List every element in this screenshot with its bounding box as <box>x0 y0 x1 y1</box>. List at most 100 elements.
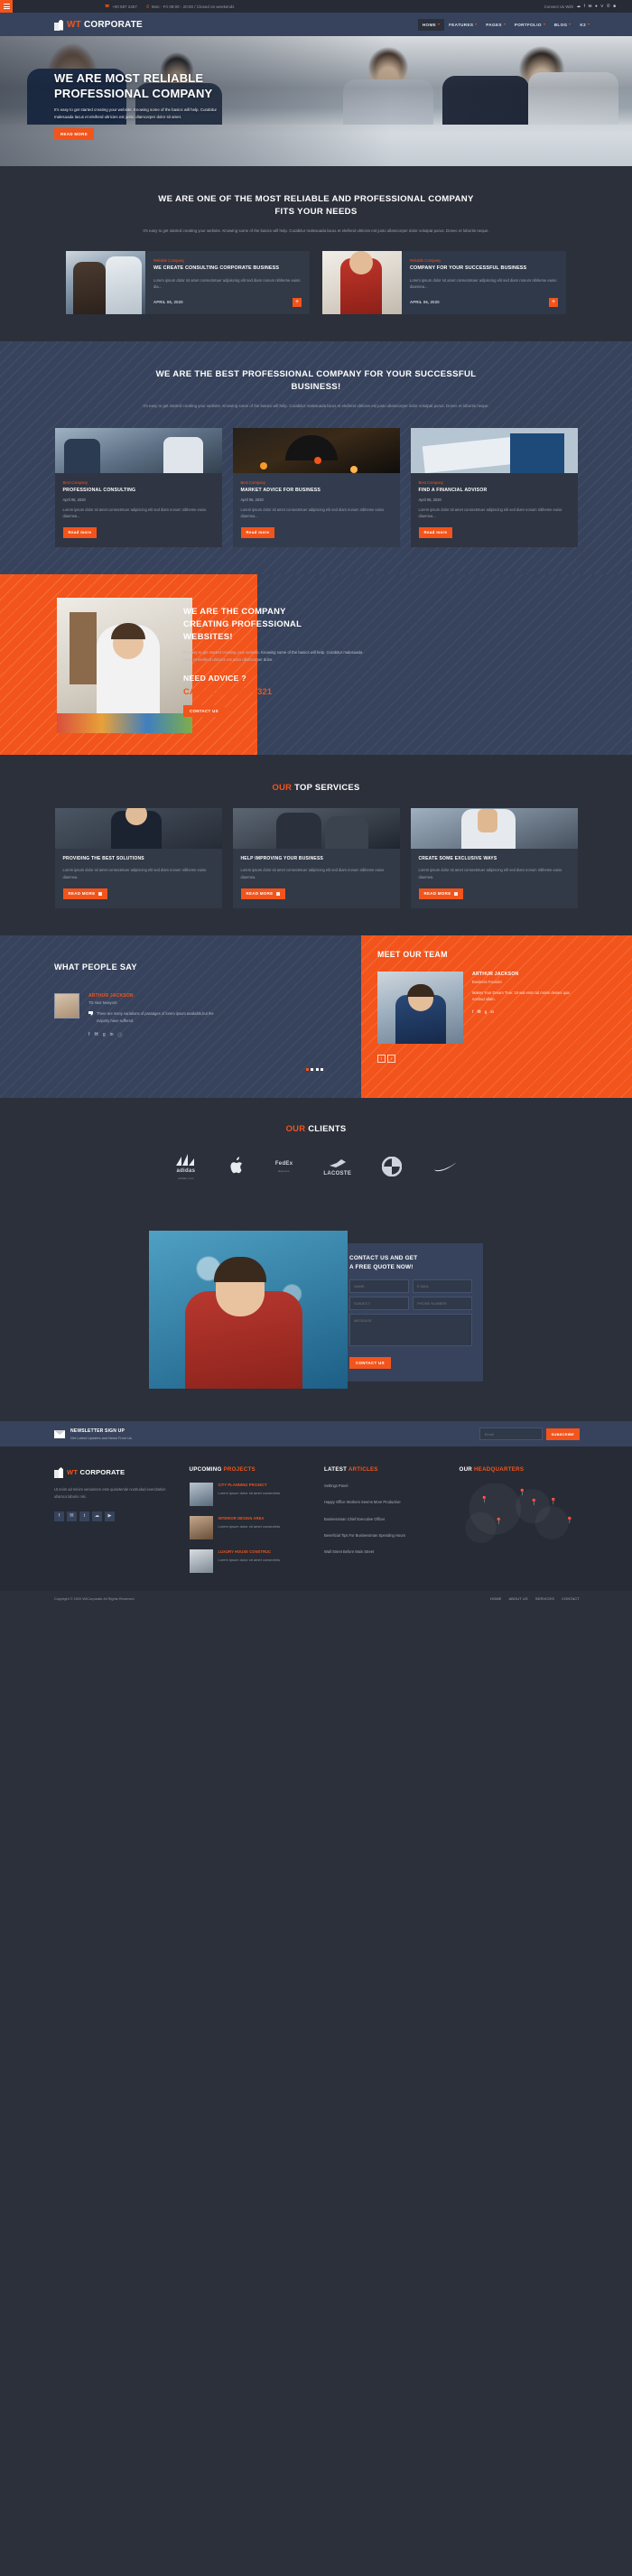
reliable-cards: Reliable Company WE CREATE CONSULTING CO… <box>54 250 578 314</box>
client-logo-bmw[interactable] <box>382 1157 403 1177</box>
team-carousel-controls[interactable]: ‹ › <box>377 1055 616 1064</box>
rss-icon[interactable]: ☁ <box>577 4 581 9</box>
name-field[interactable] <box>349 1279 409 1294</box>
pagination-dot[interactable] <box>305 1068 309 1072</box>
subject-field[interactable] <box>349 1297 409 1311</box>
nav-item-k2[interactable]: K2 <box>575 19 594 31</box>
service-kicker: Best Company <box>62 479 88 485</box>
carousel-prev-button[interactable]: ‹ <box>377 1055 386 1064</box>
top-service-card[interactable]: CREATE SOME EXCLUSIVE WAYS Lorem ipsum d… <box>410 808 578 909</box>
client-logo-adidas[interactable]: adidas adidas.com <box>174 1153 198 1180</box>
youtube-icon[interactable]: ▶ <box>105 1511 115 1521</box>
top-service-card[interactable]: HELP IMPROVING YOUR BUSINESS Lorem ipsum… <box>232 808 400 909</box>
team-member-role: Business Founder <box>472 980 502 985</box>
footer-article-link[interactable]: Beneficial Tips For Businessman Spending… <box>324 1532 443 1539</box>
linkedin-icon[interactable]: in <box>110 1032 114 1038</box>
service-card[interactable]: Best Company MARKET ADVICE FOR BUSINESS … <box>232 427 400 548</box>
bottom-links[interactable]: HOME ABOUT US SERVICES CONTACT <box>490 1596 580 1601</box>
carousel-next-button[interactable]: › <box>387 1055 395 1064</box>
pagination-dot[interactable] <box>321 1068 323 1072</box>
nav-item-pages[interactable]: PAGES <box>481 19 510 31</box>
top-service-read-more-button[interactable]: READ MORE <box>418 888 464 899</box>
menu-toggle-icon[interactable] <box>0 0 13 13</box>
logo-text-accent: WT <box>67 19 84 30</box>
top-service-read-more-button[interactable]: READ MORE <box>240 888 286 899</box>
linkedin-icon[interactable]: ■ <box>613 4 616 9</box>
cta-contact-button[interactable]: CONTACT US <box>183 705 225 718</box>
news-plus-button[interactable]: + <box>549 297 558 307</box>
map-pin-icon[interactable]: 📍 <box>495 1519 503 1526</box>
pagination-dot[interactable] <box>315 1068 319 1072</box>
map-pin-icon[interactable]: 📍 <box>480 1497 488 1504</box>
message-field[interactable] <box>349 1314 472 1347</box>
map-pin-icon[interactable]: 📍 <box>549 1499 557 1506</box>
map-pin-icon[interactable]: 📍 <box>566 1518 574 1525</box>
top-service-read-more-button[interactable]: READ MORE <box>62 888 108 899</box>
nav-item-blog[interactable]: BLOG <box>550 19 576 31</box>
newsletter-subscribe-button[interactable]: SUBSCRIBE <box>545 1427 580 1440</box>
bottom-link-services[interactable]: SERVICES <box>535 1596 554 1601</box>
google-plus-icon[interactable]: g <box>103 1032 106 1038</box>
map-pin-icon[interactable]: 📍 <box>518 1490 526 1497</box>
nav-item-portfolio[interactable]: PORTFOLIO <box>510 19 550 31</box>
phone-field[interactable] <box>413 1297 472 1311</box>
social-links[interactable]: ☁ f 𝌦 ● V ✆ ■ <box>577 4 617 9</box>
footer-project-item[interactable]: LUXURY HOUSE CONSTRUC Lorem ipsum dolor … <box>189 1549 309 1574</box>
skype-icon[interactable]: ✆ <box>607 4 610 9</box>
news-plus-button[interactable]: + <box>293 297 302 307</box>
bottom-link-about[interactable]: ABOUT US <box>508 1596 527 1601</box>
footer-logo[interactable]: WT CORPORATE <box>54 1466 173 1479</box>
facebook-icon[interactable]: f <box>472 1010 473 1015</box>
contact-submit-button[interactable]: CONTACT US <box>349 1357 391 1370</box>
project-title: INTERIOR DESIGN AREA <box>218 1516 265 1521</box>
main-navigation[interactable]: HOME FEATURES PAGES PORTFOLIO BLOG K2 <box>417 18 594 31</box>
service-card[interactable]: Best Company FIND A FINANCIAL ADVISOR Ap… <box>410 427 578 548</box>
service-card[interactable]: Best Company PROFESSIONAL CONSULTING Apr… <box>54 427 222 548</box>
service-read-more-button[interactable]: Read more <box>62 526 98 538</box>
news-card[interactable]: Reliable Company WE CREATE CONSULTING CO… <box>66 250 310 314</box>
tumblr-icon[interactable]: t <box>79 1511 89 1521</box>
footer-project-item[interactable]: INTERIOR DESIGN AREA Lorem ipsum dolor s… <box>189 1516 309 1540</box>
twitter-icon[interactable]: 𝌦 <box>588 4 591 9</box>
client-logo-apple[interactable] <box>228 1157 245 1176</box>
bottom-link-home[interactable]: HOME <box>490 1596 501 1601</box>
testimonial-socials[interactable]: f 𝌦 g in ⓘ <box>88 1032 361 1038</box>
testimonial-pagination[interactable] <box>305 1068 323 1072</box>
newsletter-email-input[interactable] <box>479 1427 543 1441</box>
news-card[interactable]: Reliable Company COMPANY FOR YOUR SUCCES… <box>322 250 566 314</box>
footer-article-link[interactable]: Businessman Chief Executive Officer <box>324 1516 443 1522</box>
nav-item-features[interactable]: FEATURES <box>444 19 481 31</box>
facebook-icon[interactable]: f <box>584 4 585 9</box>
client-logo-nike[interactable] <box>432 1161 458 1172</box>
google-plus-icon[interactable]: g <box>485 1010 488 1015</box>
facebook-icon[interactable]: f <box>88 1032 89 1038</box>
map-pin-icon[interactable]: 📍 <box>530 1500 538 1507</box>
client-logo-lacoste[interactable]: LACOSTE <box>323 1158 351 1176</box>
footer-article-link[interactable]: Settings Panel <box>324 1483 443 1489</box>
pagination-dot[interactable] <box>311 1068 313 1072</box>
twitter-icon[interactable]: 𝌦 <box>67 1511 77 1521</box>
footer-socials[interactable]: f 𝌦 t ☁ ▶ <box>54 1511 173 1521</box>
client-logo-fedex[interactable]: FedEx Express <box>275 1161 293 1173</box>
hero-read-more-button[interactable]: READ MORE <box>54 127 94 140</box>
bottom-link-contact[interactable]: CONTACT <box>562 1596 580 1601</box>
facebook-icon[interactable]: f <box>54 1511 64 1521</box>
rss-icon[interactable]: ☁ <box>92 1511 102 1521</box>
footer-project-item[interactable]: CITY PLANNING PROJECT Lorem ipsum dolor … <box>189 1483 309 1507</box>
linkedin-icon[interactable]: in <box>490 1010 494 1015</box>
twitter-icon[interactable]: 𝌦 <box>477 1010 480 1015</box>
footer-article-link[interactable]: Happy Office Workers Seems More Producti… <box>324 1499 443 1505</box>
dribbble-icon[interactable]: ● <box>595 4 598 9</box>
pinterest-icon[interactable]: ⓘ <box>118 1032 123 1038</box>
cta-phone-number[interactable]: CALL: (123) 556 4321 <box>183 686 364 696</box>
top-service-card[interactable]: PROVIDING THE BEST SOLUTIONS Lorem ipsum… <box>54 808 222 909</box>
twitter-icon[interactable]: 𝌦 <box>94 1032 98 1038</box>
service-read-more-button[interactable]: Read more <box>418 526 453 538</box>
team-member-socials[interactable]: f 𝌦 g in <box>472 1010 576 1015</box>
vimeo-icon[interactable]: V <box>600 4 603 9</box>
service-read-more-button[interactable]: Read more <box>240 526 275 538</box>
nav-item-home[interactable]: HOME <box>417 18 445 31</box>
email-field[interactable] <box>413 1279 472 1294</box>
logo[interactable]: WT CORPORATE <box>54 19 143 31</box>
footer-article-link[interactable]: Wall Street Before Main Street <box>324 1548 443 1555</box>
